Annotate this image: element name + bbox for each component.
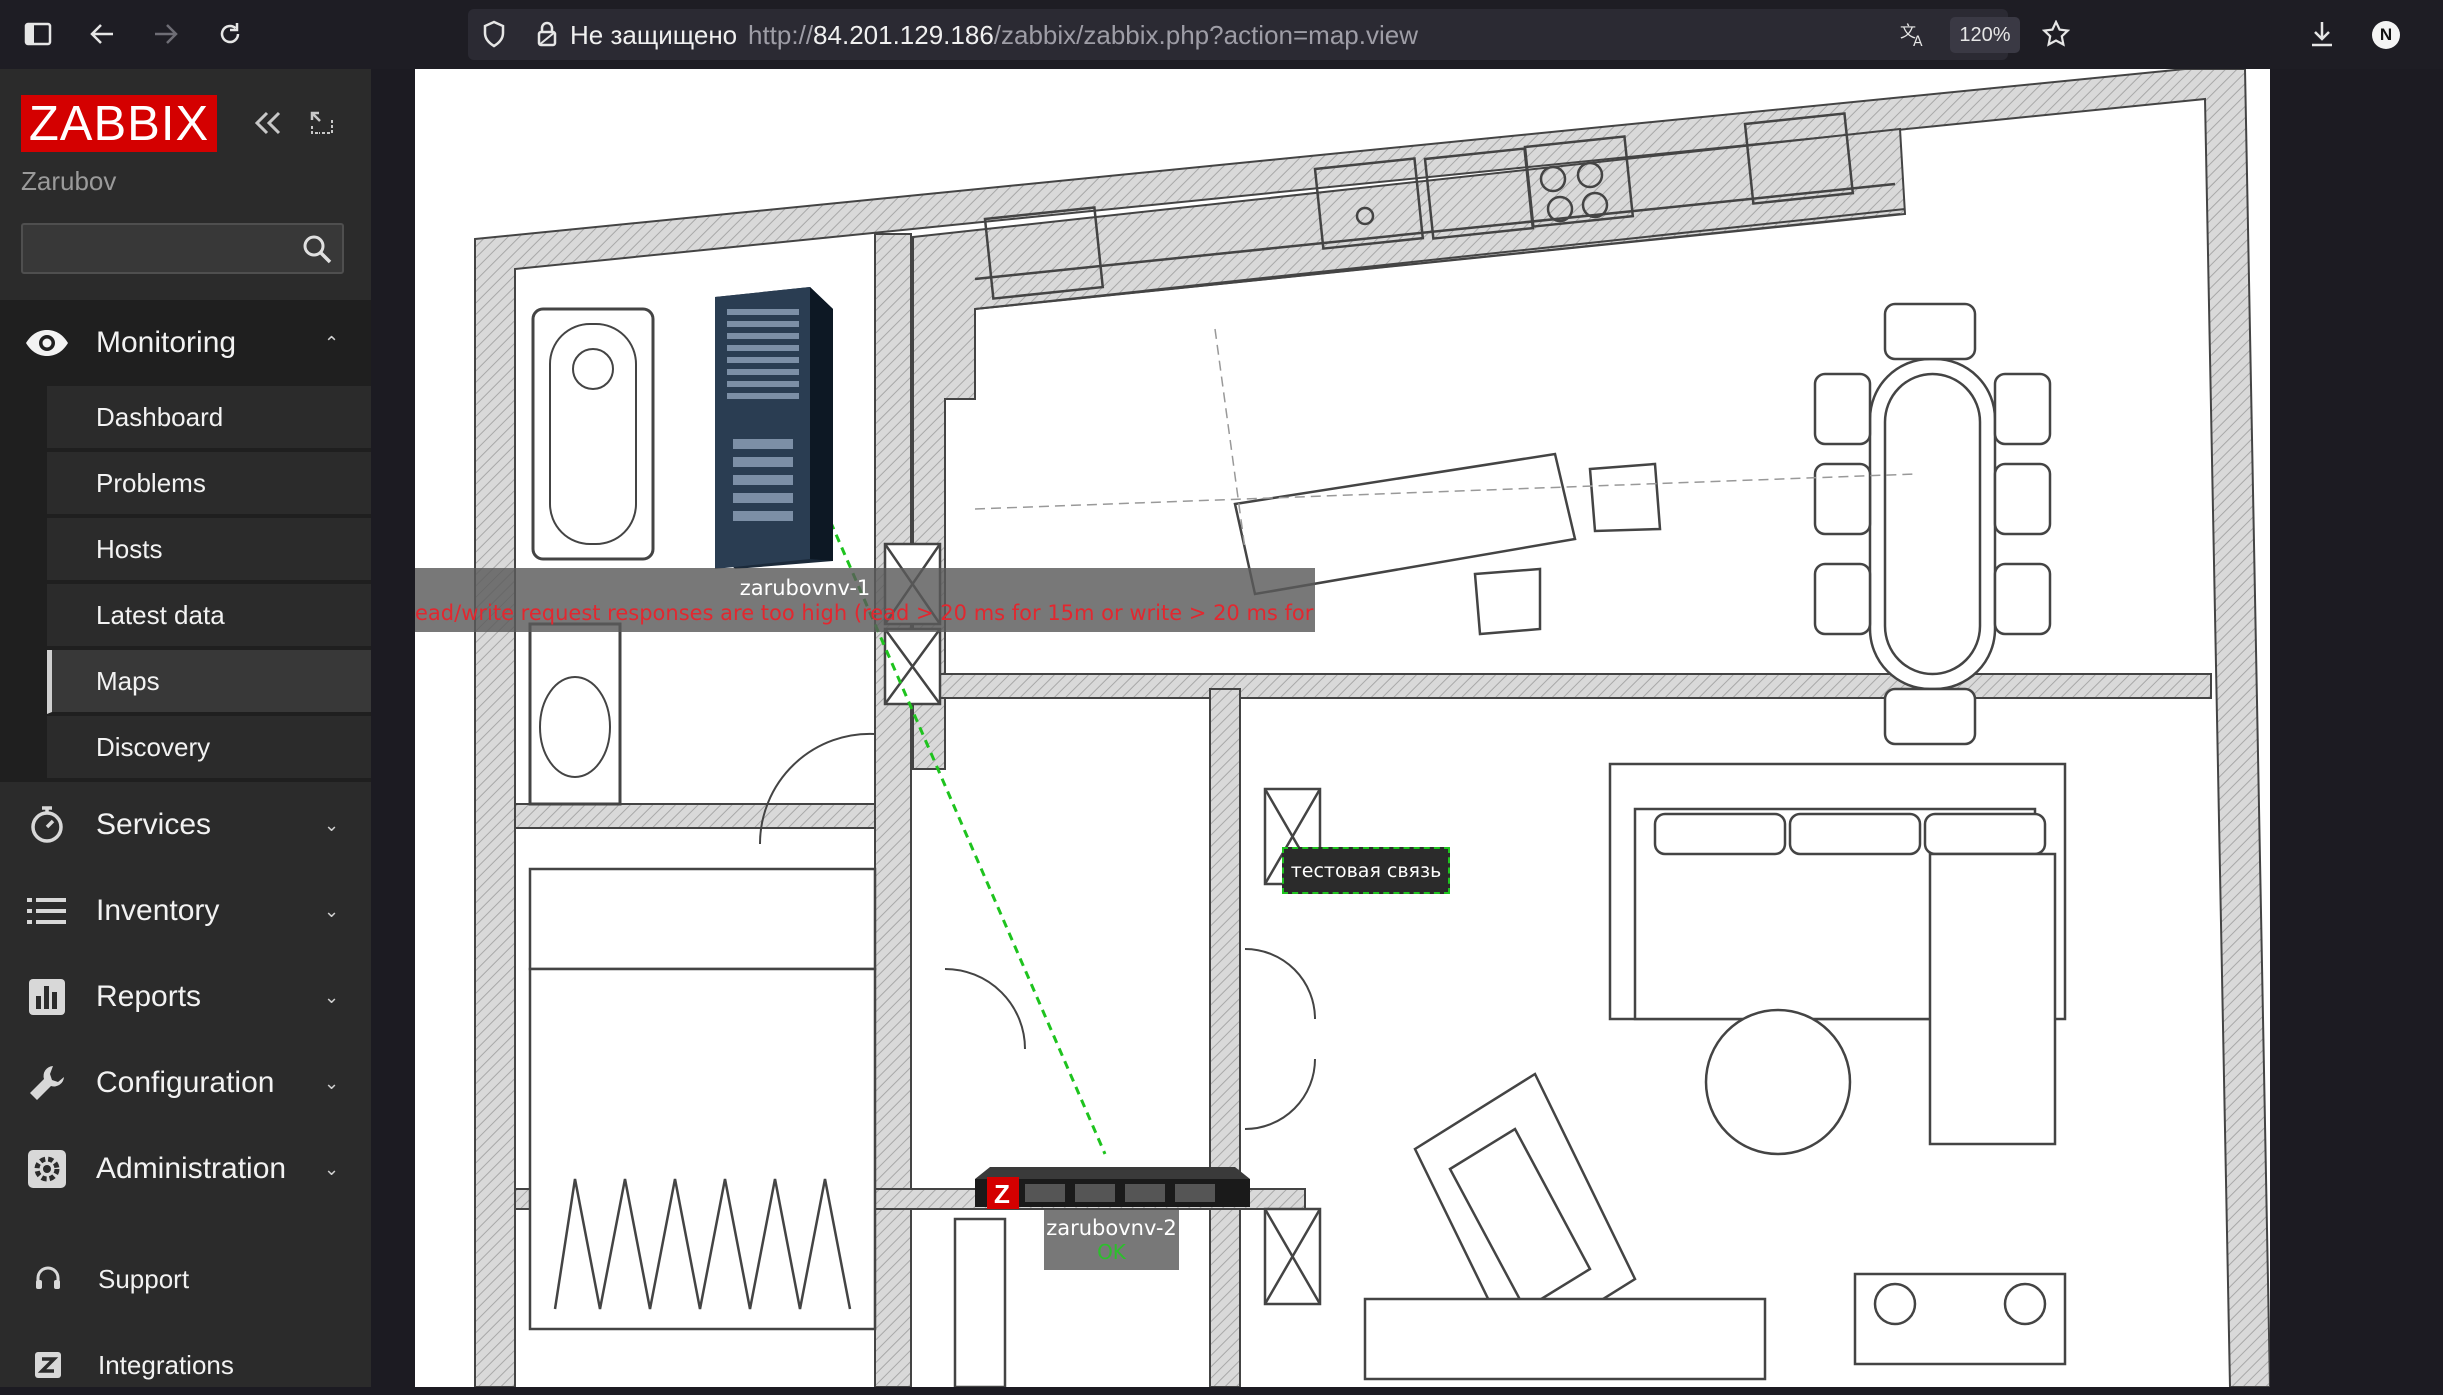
- main-content: Z zarubovnv-1 ead/write request response…: [371, 69, 2443, 1387]
- submenu-maps[interactable]: Maps: [47, 650, 371, 714]
- menu-monitoring[interactable]: Monitoring ⌃: [0, 300, 371, 386]
- back-icon[interactable]: [82, 14, 122, 54]
- search-box: [21, 223, 344, 274]
- ok-status-text: OK: [1097, 1240, 1126, 1264]
- floor-plan-background: Z: [474, 69, 2270, 1387]
- forward-icon[interactable]: [146, 14, 186, 54]
- chevron-down-icon: ⌄: [324, 1158, 340, 1179]
- submenu-latest-data[interactable]: Latest data: [47, 584, 371, 648]
- menu-support[interactable]: Support: [0, 1249, 371, 1309]
- rack-server-icon[interactable]: Z: [975, 1167, 1250, 1209]
- menu-reports-label: Reports: [96, 980, 202, 1013]
- chevron-down-icon: ⌄: [324, 900, 340, 921]
- host-name: zarubovnv-1: [739, 576, 871, 600]
- list-icon: [24, 888, 70, 934]
- svg-text:Z: Z: [994, 1179, 1010, 1209]
- profile-avatar[interactable]: N: [2372, 21, 2400, 49]
- translate-icon[interactable]: 文A: [1894, 14, 1934, 54]
- network-map[interactable]: Z zarubovnv-1 ead/write request response…: [415, 69, 2270, 1387]
- eye-icon: [24, 320, 70, 366]
- chevron-down-icon: ⌄: [324, 814, 340, 835]
- menu-inventory[interactable]: Inventory ⌄: [0, 868, 371, 954]
- submenu-discovery[interactable]: Discovery: [47, 716, 371, 780]
- collapse-sidebar-button[interactable]: [248, 103, 288, 143]
- menu-support-label: Support: [98, 1263, 190, 1294]
- menu-configuration-label: Configuration: [96, 1066, 275, 1099]
- tracking-shield-icon[interactable]: [474, 14, 514, 54]
- not-secure-label[interactable]: Не защищено: [570, 20, 737, 51]
- wrench-icon: [24, 1060, 70, 1106]
- chevron-up-icon: ⌃: [324, 332, 340, 353]
- z-icon: [30, 1347, 66, 1383]
- sidebar-toggle-icon[interactable]: [18, 14, 58, 54]
- expand-icon: [310, 111, 333, 134]
- menu-services[interactable]: Services ⌄: [0, 782, 371, 868]
- zoom-level-button[interactable]: 120%: [1950, 17, 2020, 53]
- host-name: zarubovnv-2: [1046, 1216, 1177, 1240]
- tower-server-icon[interactable]: [715, 287, 833, 569]
- kiosk-mode-button[interactable]: [302, 103, 342, 143]
- host-label-zarubovnv-2[interactable]: zarubovnv-2 OK: [1044, 1210, 1179, 1270]
- stopwatch-icon: [24, 802, 70, 848]
- lock-warning-icon[interactable]: [527, 14, 567, 54]
- zabbix-logo[interactable]: ZABBIX: [21, 95, 217, 152]
- problem-status-text: ead/write request responses are too high…: [415, 601, 1315, 625]
- menu-administration[interactable]: Administration ⌄: [0, 1126, 371, 1212]
- menu-administration-label: Administration: [96, 1152, 287, 1185]
- menu-integrations[interactable]: Integrations: [0, 1335, 371, 1395]
- menu-configuration[interactable]: Configuration ⌄: [0, 1040, 371, 1126]
- reload-icon[interactable]: [210, 14, 250, 54]
- chevron-down-icon: ⌄: [324, 1072, 340, 1093]
- monitoring-submenu: Dashboard Problems Hosts Latest data Map…: [0, 386, 371, 782]
- bar-chart-icon: [24, 974, 70, 1020]
- sidebar-header: ZABBIX Zarubov: [0, 69, 371, 300]
- submenu-problems[interactable]: Problems: [47, 452, 371, 516]
- search-input[interactable]: [23, 225, 293, 272]
- downloads-icon[interactable]: [2302, 14, 2342, 54]
- server-name: Zarubov: [21, 166, 117, 196]
- svg-text:A: A: [1913, 34, 1923, 48]
- menu-reports[interactable]: Reports ⌄: [0, 954, 371, 1040]
- menu-inventory-label: Inventory: [96, 894, 220, 927]
- search-icon[interactable]: [302, 234, 332, 264]
- sidebar: ZABBIX Zarubov Monitoring ⌃ Dashboard Pr…: [0, 69, 371, 1387]
- browser-toolbar: Не защищено http://84.201.129.186/zabbix…: [0, 0, 2443, 69]
- host-label-zarubovnv-1[interactable]: zarubovnv-1 ead/write request responses …: [415, 568, 1315, 632]
- menu-services-label: Services: [96, 808, 212, 841]
- bookmark-star-icon[interactable]: [2036, 14, 2076, 54]
- headset-icon: [30, 1261, 66, 1297]
- menu-monitoring-label: Monitoring: [96, 326, 237, 359]
- url-text[interactable]: http://84.201.129.186/zabbix/zabbix.php?…: [748, 20, 1418, 51]
- chevron-down-icon: ⌄: [324, 986, 340, 1007]
- submenu-dashboard[interactable]: Dashboard: [47, 386, 371, 450]
- map-link-label[interactable]: тестовая связь: [1282, 847, 1450, 894]
- double-chevron-left-icon: [254, 111, 281, 135]
- gear-icon: [24, 1146, 70, 1192]
- menu-integrations-label: Integrations: [98, 1349, 234, 1380]
- submenu-hosts[interactable]: Hosts: [47, 518, 371, 582]
